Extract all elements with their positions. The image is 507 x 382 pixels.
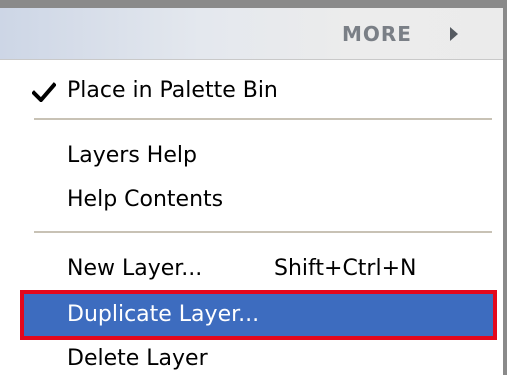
- menu-item-label: Help Contents: [67, 187, 224, 212]
- menu-item-place-in-palette-bin[interactable]: Place in Palette Bin: [0, 68, 503, 114]
- menu-item-help-contents[interactable]: Help Contents: [0, 177, 503, 223]
- menu-top-border: [0, 0, 507, 8]
- triangle-right-icon[interactable]: [450, 27, 458, 41]
- more-button[interactable]: MORE: [342, 22, 412, 46]
- menu-item-label: Place in Palette Bin: [67, 78, 278, 103]
- menu-item-duplicate-layer[interactable]: Duplicate Layer...: [24, 292, 493, 338]
- menu-item-label: Duplicate Layer...: [67, 302, 260, 327]
- menu-separator: [34, 231, 492, 233]
- menu-separator: [34, 118, 492, 120]
- checkmark-icon: [32, 82, 56, 102]
- menu-item-shortcut: Shift+Ctrl+N: [274, 256, 417, 281]
- menu-item-label: New Layer...: [67, 256, 203, 281]
- menu-item-label: Delete Layer: [67, 346, 208, 371]
- menu-item-layers-help[interactable]: Layers Help: [0, 133, 503, 179]
- menu-item-delete-layer[interactable]: Delete Layer: [0, 336, 503, 382]
- menu-header: MORE: [0, 8, 503, 60]
- menu-item-label: Layers Help: [67, 143, 197, 168]
- menu-item-new-layer[interactable]: New Layer... Shift+Ctrl+N: [0, 246, 503, 292]
